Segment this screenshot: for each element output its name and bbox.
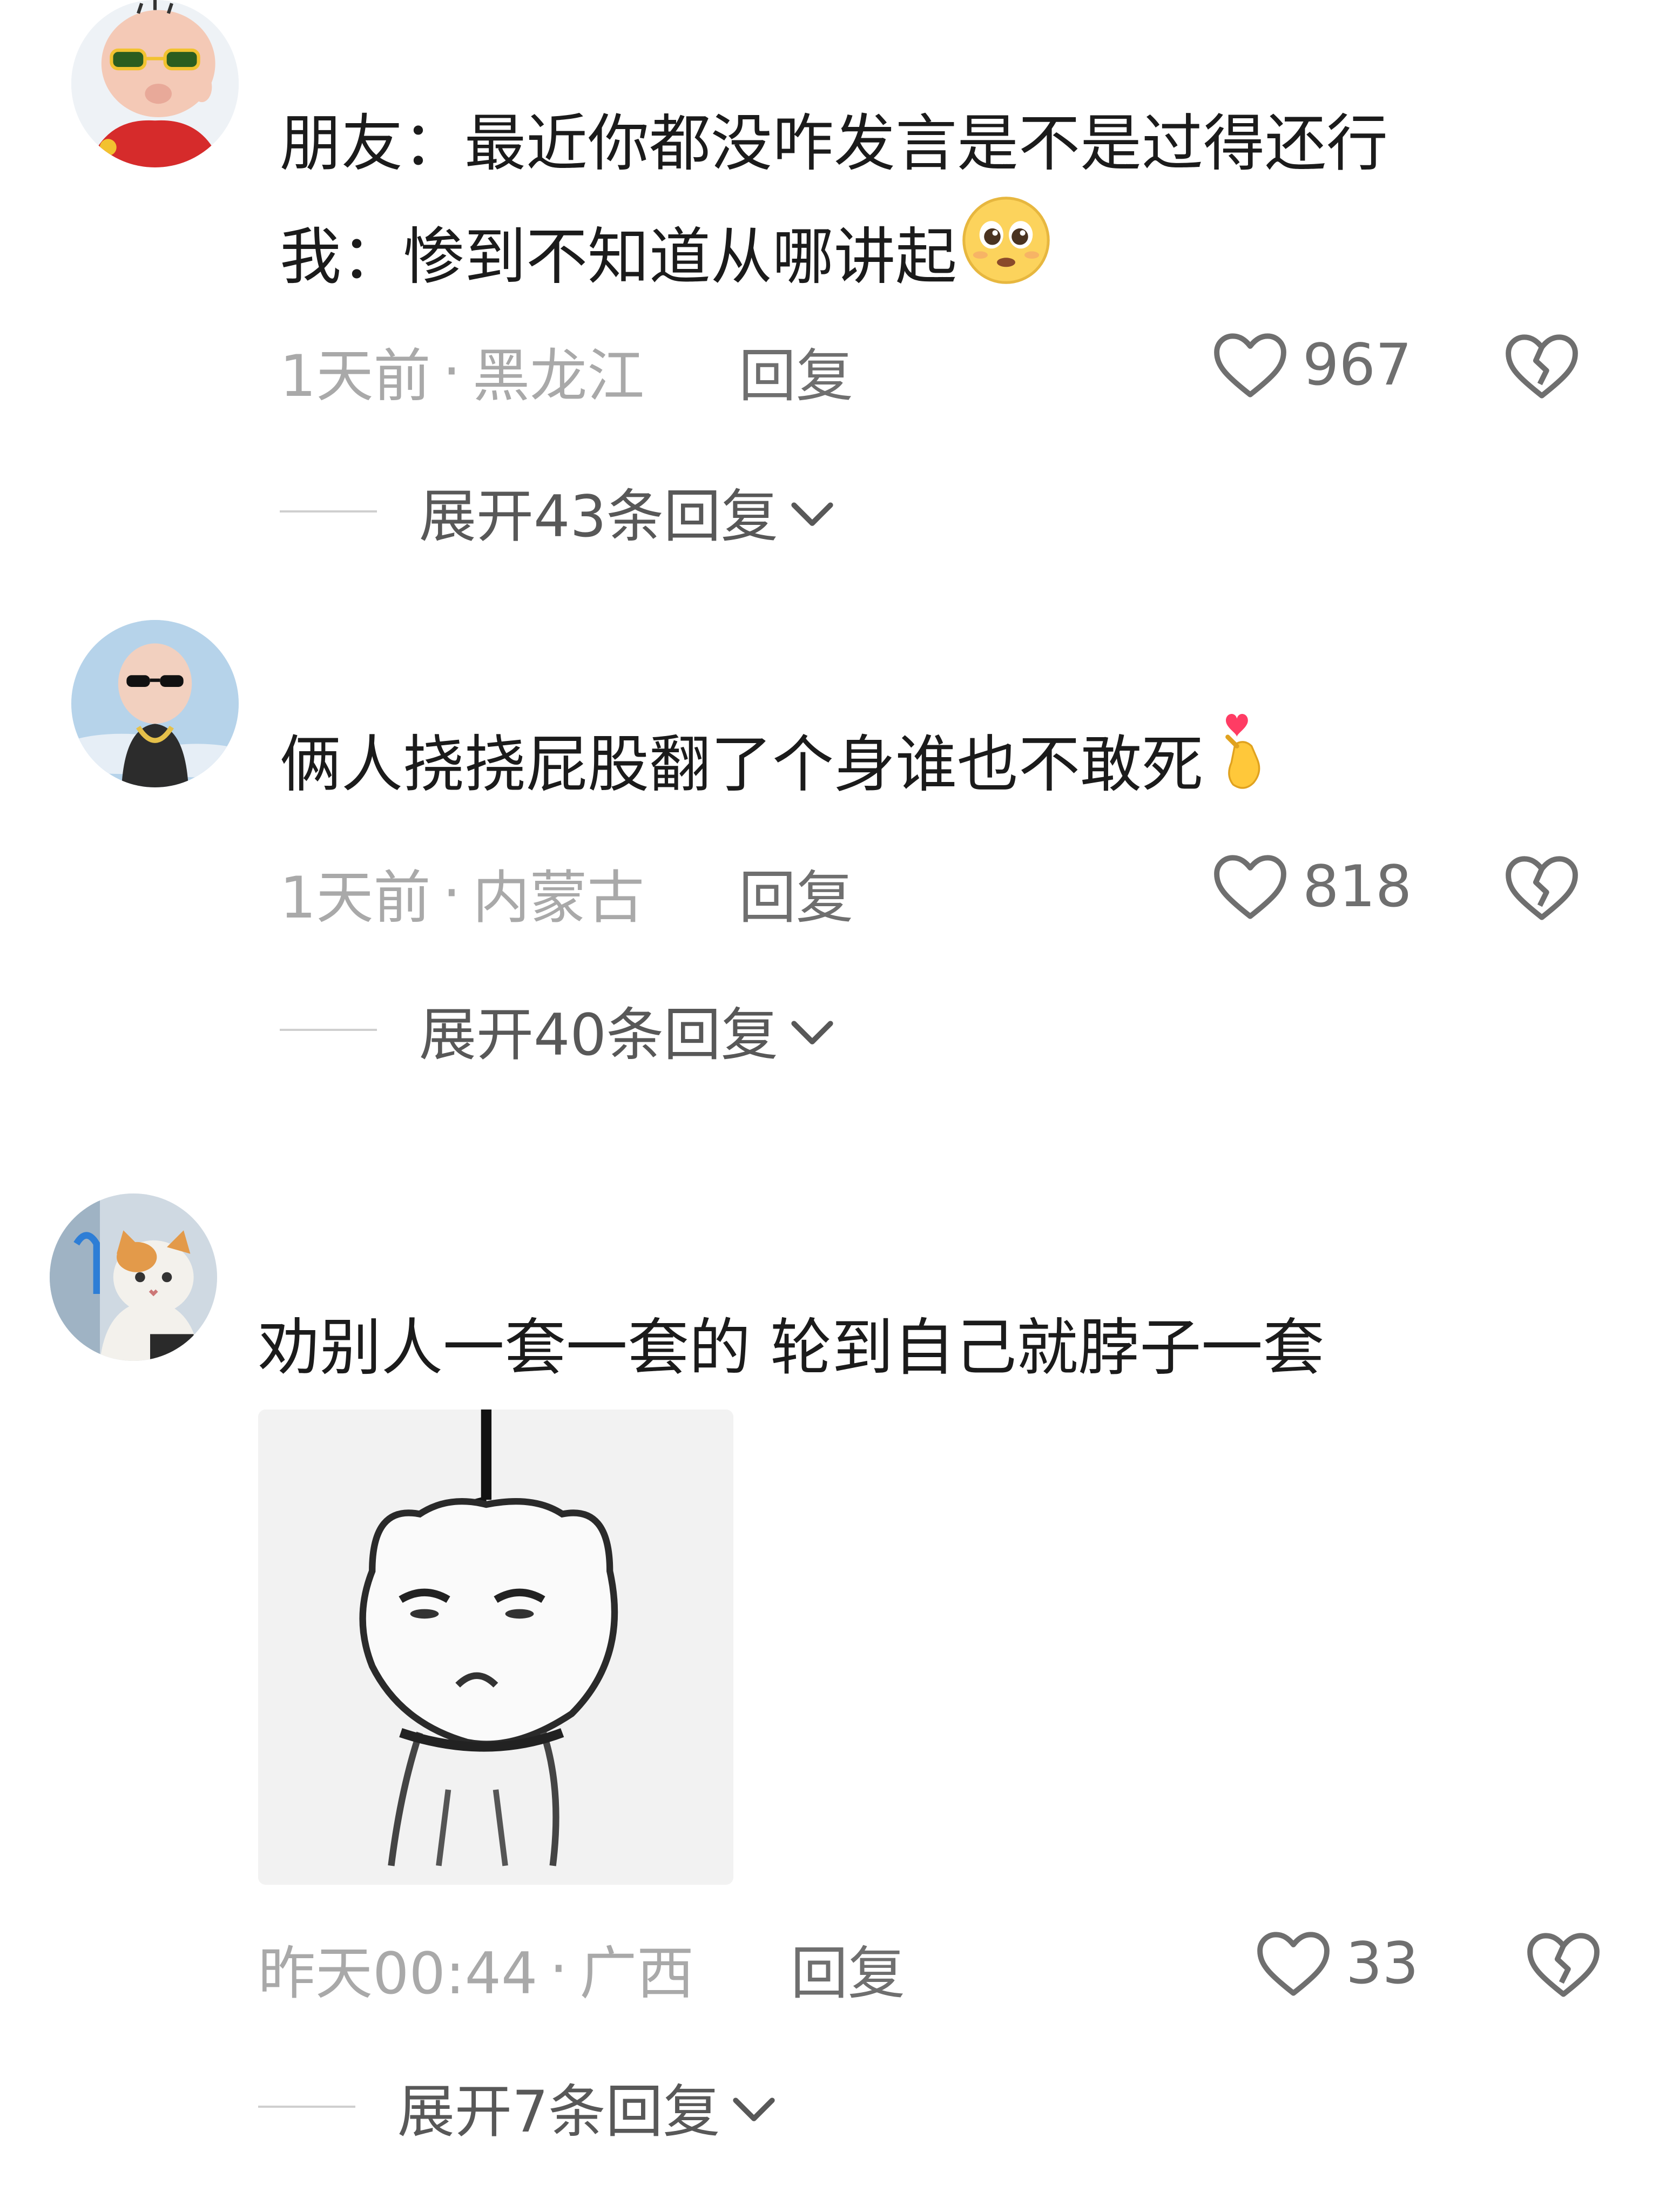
comment-text-line: 劝别人一套一套的 轮到自己就脖子一套 [258, 1312, 1325, 1384]
like-count: 818 [1303, 853, 1412, 920]
comment-time: 1天前 [280, 343, 431, 409]
comment-location: 黑龙江 [473, 343, 645, 409]
broken-heart-icon [1501, 331, 1582, 401]
comment-text-line: 朋友：最近你都没咋发言是不是过得还行 [280, 107, 1388, 179]
divider [280, 1029, 377, 1031]
expand-replies-label: 展开40条回复 [419, 1002, 778, 1068]
comment-text: 俩人挠挠屁股翻了个身谁也不敢死 [280, 729, 1204, 800]
cartoon-baby-avatar-icon [71, 0, 239, 167]
heart-outline-icon [1253, 1928, 1334, 1998]
cat-avatar-icon [50, 1193, 217, 1361]
chevron-down-icon [788, 478, 837, 545]
meta-separator: · [442, 859, 461, 926]
hanging-cartoon-meme-image[interactable] [258, 1410, 733, 1885]
dislike-button[interactable] [1501, 852, 1582, 922]
like-button[interactable]: 33 [1253, 1928, 1419, 1998]
divider [280, 510, 377, 512]
comment-location: 内蒙古 [473, 865, 645, 931]
chevron-down-icon [788, 997, 837, 1063]
expand-replies[interactable]: 展开43条回复 [280, 470, 837, 553]
broken-heart-icon [1501, 852, 1582, 922]
hanging-cartoon-icon [258, 1410, 733, 1885]
comment-text: 我：惨到不知道从哪讲起 [280, 221, 957, 293]
like-button[interactable]: 818 [1210, 851, 1412, 921]
meta-separator: · [549, 1935, 568, 2002]
comment-meta: 1天前 · 黑龙江 [280, 329, 644, 413]
finger-heart-emoji-icon [1206, 702, 1282, 835]
expand-replies[interactable]: 展开7条回复 [258, 2065, 778, 2148]
like-count: 967 [1303, 331, 1412, 398]
comment-meta: 1天前 · 内蒙古 [280, 851, 644, 934]
reply-button[interactable]: 回复 [739, 851, 853, 934]
avatar[interactable] [71, 0, 239, 167]
comment-meta: 昨天00:44 · 广西 [258, 1927, 694, 2010]
heart-outline-icon [1210, 329, 1291, 400]
divider [258, 2106, 355, 2108]
dislike-button[interactable] [1523, 1929, 1604, 1999]
broken-heart-icon [1523, 1929, 1604, 1999]
comment-text-line: 我：惨到不知道从哪讲起 [280, 194, 1052, 328]
like-button[interactable]: 967 [1210, 329, 1412, 400]
expand-replies[interactable]: 展开40条回复 [280, 988, 837, 1071]
comment-text-line: 俩人挠挠屁股翻了个身谁也不敢死 [280, 702, 1282, 835]
comment-location: 广西 [579, 1940, 694, 2007]
cartoon-baby-sunglasses-avatar-icon [71, 620, 239, 787]
chevron-down-icon [730, 2074, 778, 2140]
heart-outline-icon [1210, 851, 1291, 921]
reply-button[interactable]: 回复 [791, 1927, 905, 2010]
pleading-face-emoji-icon [960, 194, 1052, 328]
reply-button[interactable]: 回复 [739, 329, 853, 413]
like-count: 33 [1346, 1930, 1419, 1997]
meta-separator: · [442, 338, 461, 404]
comment-time: 1天前 [280, 865, 431, 931]
dislike-button[interactable] [1501, 331, 1582, 401]
avatar[interactable] [71, 620, 239, 787]
avatar[interactable] [50, 1193, 217, 1361]
comment-time: 昨天00:44 [258, 1940, 538, 2007]
expand-replies-label: 展开7条回复 [397, 2079, 720, 2145]
expand-replies-label: 展开43条回复 [419, 483, 778, 550]
